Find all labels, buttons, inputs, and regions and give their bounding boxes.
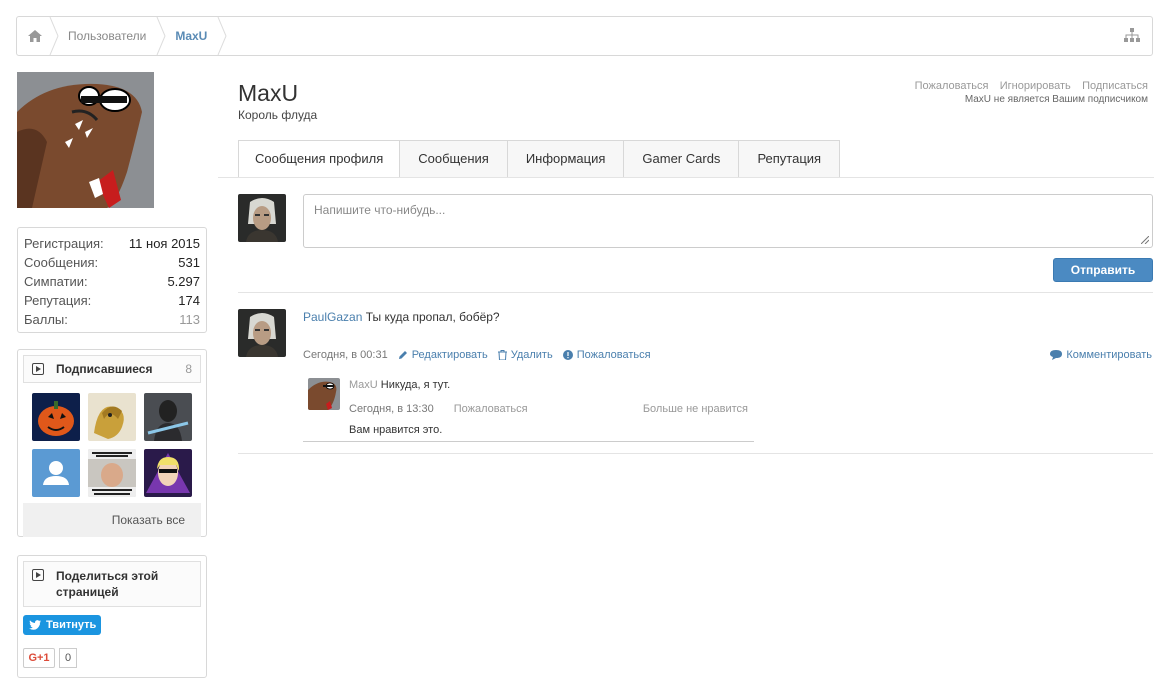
profile-username: MaxU xyxy=(238,80,299,106)
breadcrumb-current[interactable]: MaxU xyxy=(161,17,221,55)
share-header: Поделиться этой страницей xyxy=(23,561,201,607)
post-content: PaulGazan Ты куда пропал, бобёр? xyxy=(303,310,500,324)
divider xyxy=(238,453,1153,454)
comment-time[interactable]: Сегодня, в 13:30 xyxy=(349,403,434,415)
alert-circle-icon xyxy=(562,350,573,360)
follower-avatar-default[interactable] xyxy=(32,449,80,497)
profile-actions: Пожаловаться Игнорировать Подписаться Ma… xyxy=(907,78,1148,105)
followers-block: Подписавшиеся 8 Показать все xyxy=(17,349,207,537)
tabs-divider xyxy=(218,177,1154,178)
tab-information[interactable]: Информация xyxy=(507,140,625,178)
profile-avatar[interactable] xyxy=(17,72,154,208)
post-meta: Сегодня, в 00:31 Редактировать Удалить П… xyxy=(303,349,651,361)
tab-reputation[interactable]: Репутация xyxy=(739,140,841,178)
follower-avatar[interactable] xyxy=(144,449,192,497)
followers-title: Подписавшиеся xyxy=(56,362,153,376)
comment-link[interactable]: Комментировать xyxy=(1050,349,1152,361)
trash-icon xyxy=(497,350,507,360)
stat-messages: Сообщения: 531 xyxy=(24,255,200,270)
comment-content: MaxU Никуда, я тут. xyxy=(349,379,450,391)
likes-summary: Вам нравится это. xyxy=(349,424,443,436)
post-author-avatar[interactable] xyxy=(238,309,286,357)
report-comment-link[interactable]: Пожаловаться xyxy=(454,403,528,415)
breadcrumb-users[interactable]: Пользователи xyxy=(54,17,160,55)
profile-tabs: Сообщения профиля Сообщения Информация G… xyxy=(238,140,841,178)
ignore-user-link[interactable]: Игнорировать xyxy=(1000,80,1071,92)
speech-bubble-icon xyxy=(1050,350,1063,360)
edit-post-link[interactable]: Редактировать xyxy=(398,349,488,361)
current-user-avatar[interactable] xyxy=(238,194,286,242)
stat-likes: Симпатии: 5.297 xyxy=(24,274,200,289)
share-title: Поделиться этой страницей xyxy=(56,569,159,599)
play-square-icon xyxy=(32,569,44,581)
status-input[interactable] xyxy=(303,194,1153,248)
stat-registration: Регистрация: 11 ноя 2015 xyxy=(24,236,200,251)
comment-author-link[interactable]: MaxU xyxy=(349,379,378,391)
follower-avatar[interactable] xyxy=(88,449,136,497)
post-text: Ты куда пропал, бобёр? xyxy=(362,310,500,324)
gplus-button[interactable]: G+1 xyxy=(23,648,55,668)
follower-avatar[interactable] xyxy=(32,393,80,441)
post-time[interactable]: Сегодня, в 00:31 xyxy=(303,349,388,361)
stat-points: Баллы: 113 xyxy=(24,312,200,327)
followers-count: 8 xyxy=(185,362,192,376)
gplus-widget: G+1 0 xyxy=(23,648,78,668)
breadcrumb-separator xyxy=(217,17,227,55)
tab-profile-posts[interactable]: Сообщения профиля xyxy=(238,140,401,178)
gplus-count: 0 xyxy=(59,648,78,668)
profile-user-title: Король флуда xyxy=(238,108,318,122)
show-all-followers-button[interactable]: Показать все xyxy=(23,503,201,537)
follower-avatar[interactable] xyxy=(144,393,192,441)
report-user-link[interactable]: Пожаловаться xyxy=(915,80,989,92)
twitter-bird-icon xyxy=(29,620,41,630)
comment-meta: Сегодня, в 13:30 Пожаловаться xyxy=(349,403,528,415)
unlike-link[interactable]: Больше не нравится xyxy=(643,403,748,415)
follower-avatar[interactable] xyxy=(88,393,136,441)
divider xyxy=(238,292,1153,293)
tab-gamer-cards[interactable]: Gamer Cards xyxy=(624,140,740,178)
delete-post-link[interactable]: Удалить xyxy=(497,349,553,361)
tweet-button[interactable]: Твитнуть xyxy=(23,615,101,635)
comment-author-avatar[interactable] xyxy=(308,378,340,410)
comment-text: Никуда, я тут. xyxy=(377,379,451,391)
post-author-link[interactable]: PaulGazan xyxy=(303,310,362,324)
sitemap-icon[interactable] xyxy=(1124,28,1140,46)
profile-stats: Регистрация: 11 ноя 2015 Сообщения: 531 Си… xyxy=(17,227,207,333)
play-square-icon xyxy=(32,363,44,375)
post-comment: MaxU Никуда, я тут. Сегодня, в 13:30 Пож… xyxy=(303,372,754,442)
pencil-icon xyxy=(398,351,407,359)
report-post-link[interactable]: Пожаловаться xyxy=(562,349,651,361)
home-link[interactable] xyxy=(17,17,53,55)
follow-user-link[interactable]: Подписаться xyxy=(1082,80,1148,92)
home-icon xyxy=(28,30,42,42)
breadcrumb: Пользователи MaxU xyxy=(16,16,1153,56)
followers-header: Подписавшиеся 8 xyxy=(23,355,201,383)
send-button[interactable]: Отправить xyxy=(1053,258,1153,282)
follow-status-text: MaxU не является Вашим подписчиком xyxy=(964,94,1148,105)
stat-reputation: Репутация: 174 xyxy=(24,293,200,308)
resize-grip-icon[interactable] xyxy=(1141,236,1149,244)
tab-messages[interactable]: Сообщения xyxy=(400,140,508,178)
